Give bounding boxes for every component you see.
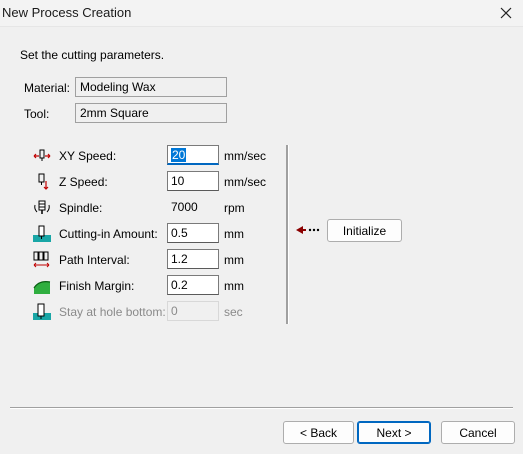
tool-field: 2mm Square (75, 103, 227, 123)
param-label-finish-margin: Finish Margin: (59, 279, 135, 293)
spindle-value-field: 7000 (167, 197, 219, 217)
tool-label: Tool: (24, 107, 50, 121)
path-interval-icon (33, 251, 50, 268)
cutting-in-icon (33, 225, 51, 242)
cutting-in-unit: mm (224, 227, 244, 241)
xy-speed-unit: mm/sec (224, 149, 266, 163)
next-button[interactable]: Next > (357, 421, 431, 444)
param-label-z-speed: Z Speed: (59, 175, 108, 189)
title-bar: New Process Creation (0, 0, 523, 27)
path-interval-input[interactable]: 1.2 (167, 249, 219, 269)
spindle-icon (34, 200, 50, 214)
stay-hole-bottom-unit: sec (224, 305, 243, 319)
material-label: Material: (24, 81, 71, 95)
stay-hole-bottom-input: 0 (167, 301, 219, 321)
arrow-left-icon (296, 226, 320, 234)
param-label-cutting-in: Cutting-in Amount: (59, 227, 158, 241)
xy-speed-input[interactable]: 20 (167, 145, 219, 165)
dialog-body: Set the cutting parameters. Material: Mo… (0, 27, 523, 454)
param-label-xy-speed: XY Speed: (59, 149, 117, 163)
path-interval-unit: mm (224, 253, 244, 267)
cancel-button[interactable]: Cancel (441, 421, 515, 444)
stay-hole-bottom-icon (33, 303, 51, 320)
z-speed-input[interactable]: 10 (167, 171, 219, 191)
close-button[interactable] (489, 0, 523, 26)
finish-margin-icon (33, 281, 51, 294)
cutting-in-input[interactable]: 0.5 (167, 223, 219, 243)
xy-speed-value: 20 (171, 148, 187, 162)
spindle-unit: rpm (224, 201, 245, 215)
param-label-path-interval: Path Interval: (59, 253, 130, 267)
instructions-text: Set the cutting parameters. (20, 48, 165, 62)
xy-speed-icon (33, 149, 51, 161)
finish-margin-input[interactable]: 0.2 (167, 275, 219, 295)
window-title: New Process Creation (2, 5, 132, 20)
param-label-stay-hole-bottom: Stay at hole bottom: (59, 305, 166, 319)
material-field: Modeling Wax (75, 77, 227, 97)
back-button[interactable]: < Back (283, 421, 354, 444)
close-icon (500, 7, 512, 19)
finish-margin-unit: mm (224, 279, 244, 293)
param-label-spindle: Spindle: (59, 201, 103, 215)
z-speed-icon (38, 173, 49, 190)
z-speed-unit: mm/sec (224, 175, 266, 189)
vertical-separator (286, 145, 289, 324)
footer-separator (10, 407, 513, 409)
initialize-button[interactable]: Initialize (327, 219, 402, 242)
